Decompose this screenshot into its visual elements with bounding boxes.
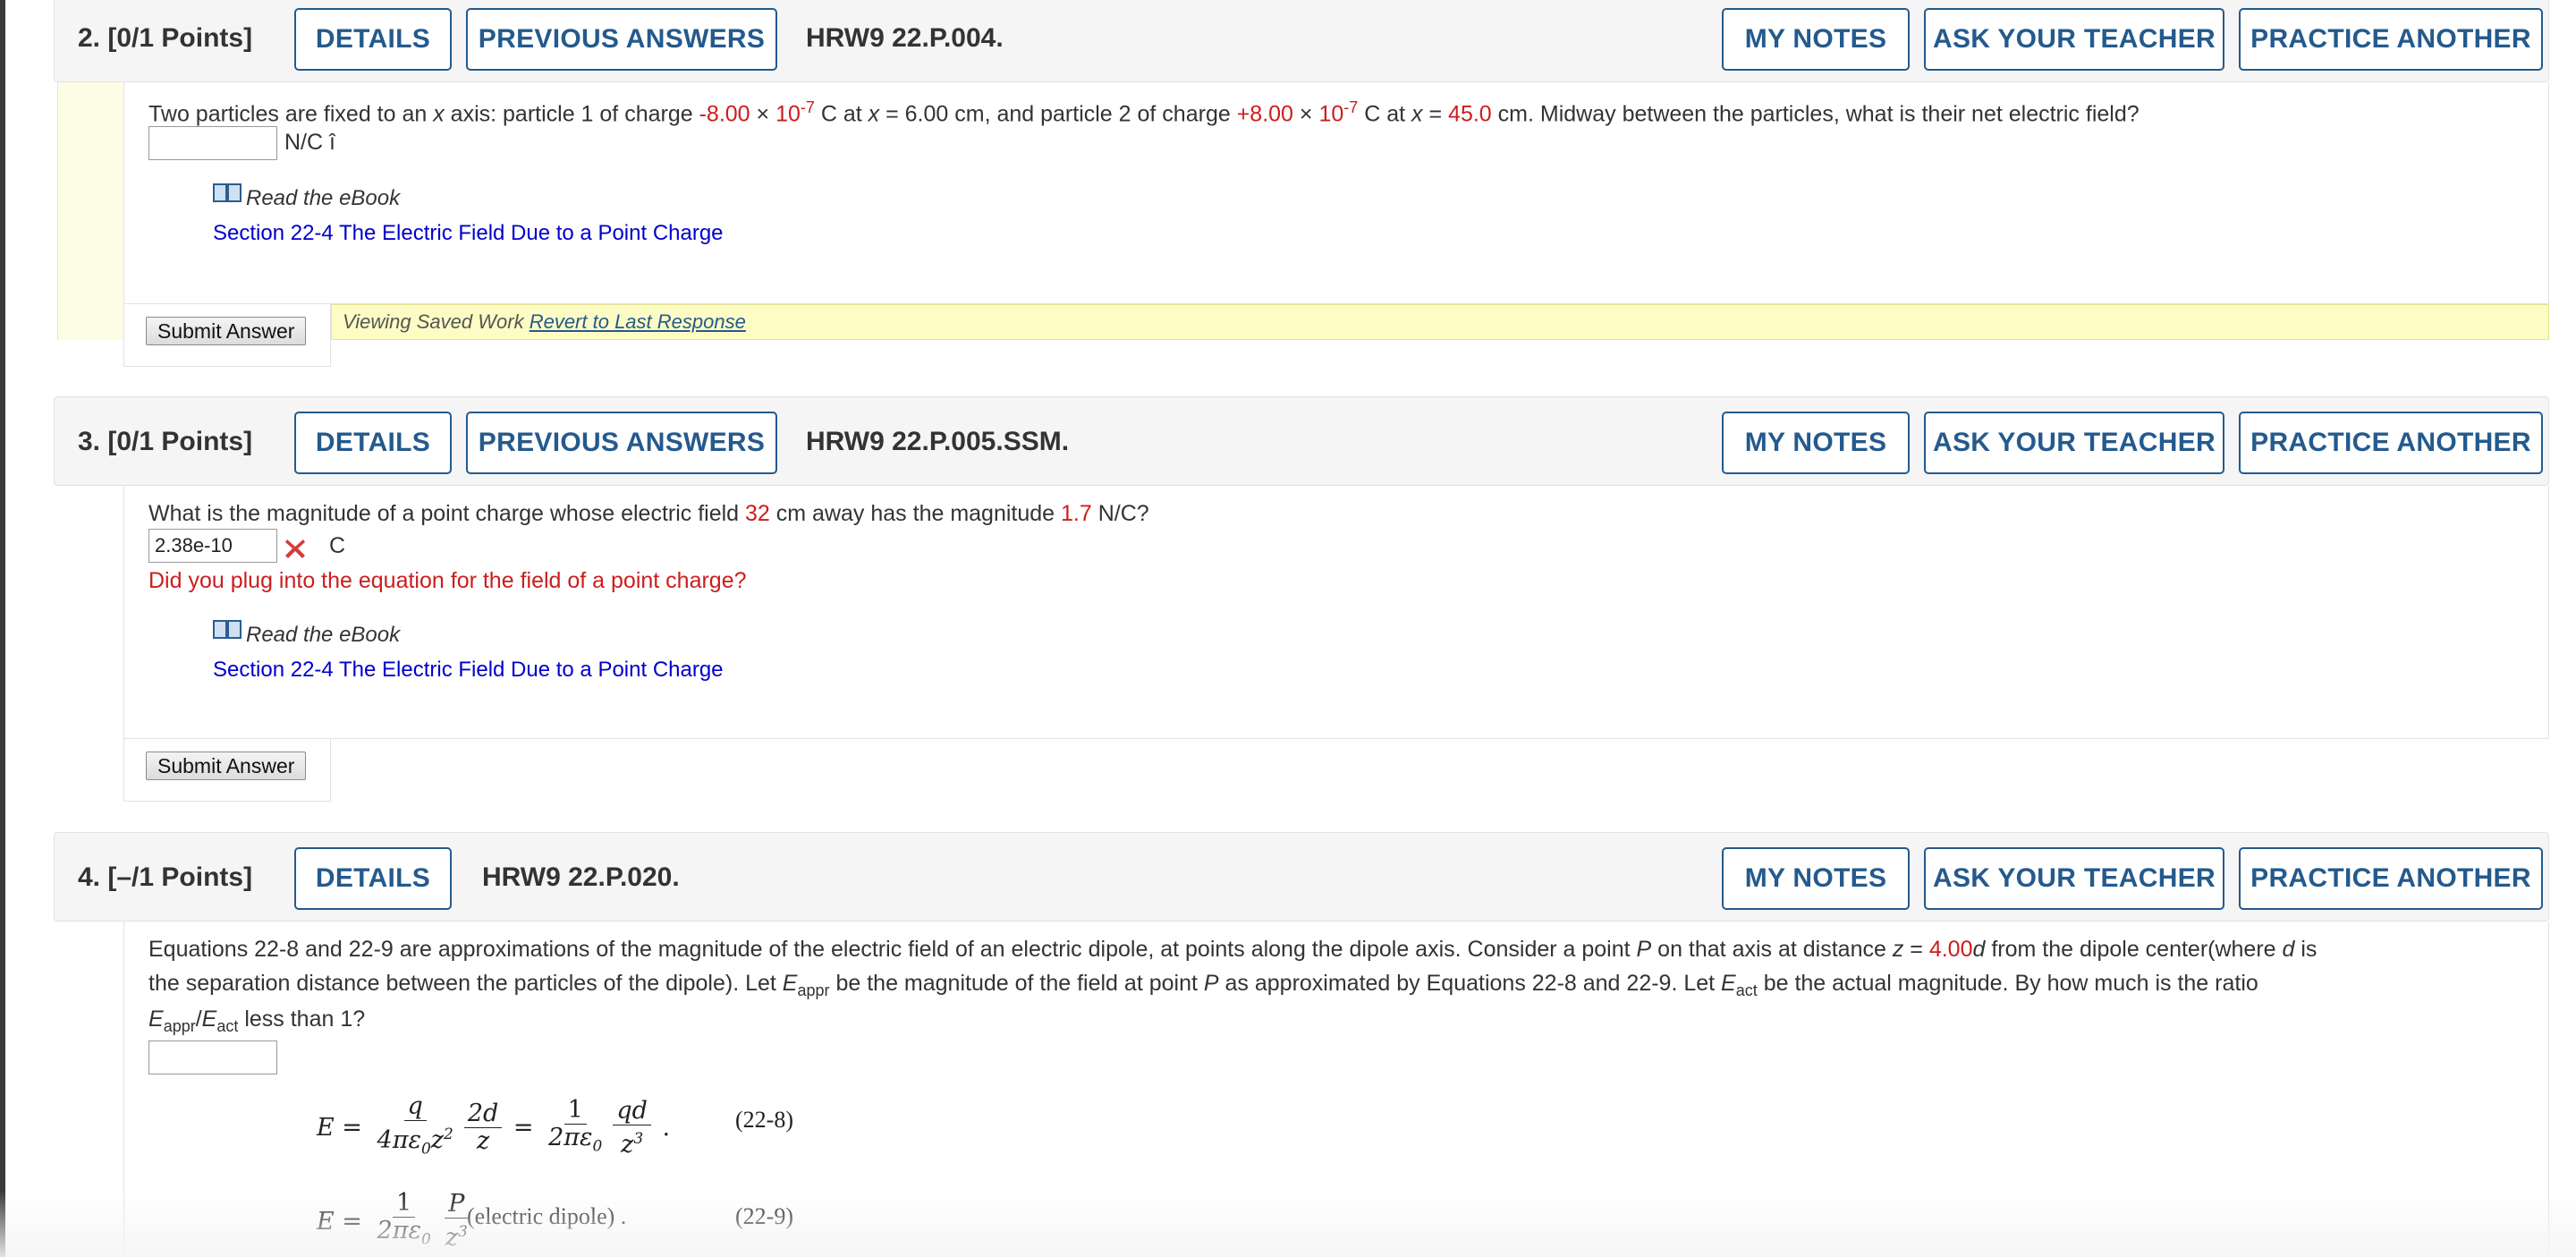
equation-22-8: E = q 4πε0z2 2d z = 1 2πε0 qd z3 . — [317, 1092, 671, 1159]
previous-answers-button[interactable]: PREVIOUS ANSWERS — [466, 8, 777, 71]
saved-work-bar: Viewing Saved Work Revert to Last Respon… — [331, 304, 2549, 340]
my-notes-button[interactable]: MY NOTES — [1722, 412, 1910, 474]
window-left-edge — [0, 0, 5, 1257]
section-link[interactable]: Section 22-4 The Electric Field Due to a… — [213, 658, 724, 683]
equation-22-9-note: (electric dipole) . — [467, 1203, 627, 1229]
incorrect-x-icon — [285, 539, 305, 558]
submit-area: Submit Answer — [123, 739, 331, 802]
equation-22-9-number: (22-9) — [735, 1203, 793, 1229]
my-notes-button[interactable]: MY NOTES — [1722, 847, 1910, 910]
read-ebook-label: Read the eBook — [246, 186, 401, 210]
ebook-icon — [213, 183, 242, 202]
practice-another-button[interactable]: PRACTICE ANOTHER — [2239, 8, 2543, 71]
ask-your-teacher-button[interactable]: ASK YOUR TEACHER — [1924, 8, 2224, 71]
question-4-prompt-line-3: Eappr/Eact less than 1? — [148, 1006, 366, 1035]
details-button[interactable]: DETAILS — [294, 8, 452, 71]
practice-another-button[interactable]: PRACTICE ANOTHER — [2239, 412, 2543, 474]
submit-answer-button[interactable]: Submit Answer — [146, 752, 307, 780]
equation-22-8-number: (22-8) — [735, 1107, 793, 1133]
answer-input[interactable] — [148, 529, 277, 563]
answer-input[interactable] — [148, 126, 277, 160]
previous-answers-button[interactable]: PREVIOUS ANSWERS — [466, 412, 777, 474]
homework-page: 2. [0/1 Points] DETAILS PREVIOUS ANSWERS… — [0, 0, 2576, 1257]
question-2-code: HRW9 22.P.004. — [806, 23, 1004, 53]
question-2-points: [0/1 Points] — [107, 23, 253, 53]
submit-area: Submit Answer — [123, 304, 331, 367]
details-button[interactable]: DETAILS — [294, 847, 452, 910]
my-notes-button[interactable]: MY NOTES — [1722, 8, 1910, 71]
question-2-number: 2. [0/1 Points] — [78, 23, 253, 53]
question-3-code: HRW9 22.P.005.SSM. — [806, 427, 1070, 456]
details-button[interactable]: DETAILS — [294, 412, 452, 474]
answer-input[interactable] — [148, 1040, 277, 1074]
question-3-number: 3. [0/1 Points] — [78, 427, 253, 456]
answer-unit: N/C î — [284, 130, 335, 155]
question-4-code: HRW9 22.P.020. — [482, 862, 680, 892]
ebook-icon — [213, 620, 242, 639]
practice-another-button[interactable]: PRACTICE ANOTHER — [2239, 847, 2543, 910]
ask-your-teacher-button[interactable]: ASK YOUR TEACHER — [1924, 412, 2224, 474]
revert-link[interactable]: Revert to Last Response — [530, 310, 746, 333]
question-4-prompt-line-1: Equations 22-8 and 22-9 are approximatio… — [148, 937, 2318, 962]
section-link[interactable]: Section 22-4 The Electric Field Due to a… — [213, 221, 724, 246]
submit-answer-button[interactable]: Submit Answer — [146, 317, 307, 345]
question-2-header: 2. [0/1 Points] DETAILS PREVIOUS ANSWERS… — [54, 0, 2549, 82]
question-3-prompt: What is the magnitude of a point charge … — [148, 501, 1149, 526]
question-2-prompt: Two particles are fixed to an x axis: pa… — [148, 98, 2140, 127]
question-4-points: [–/1 Points] — [107, 862, 253, 892]
question-4-number: 4. [–/1 Points] — [78, 862, 253, 892]
question-2-status-bar — [57, 82, 123, 340]
read-ebook-label: Read the eBook — [246, 623, 401, 647]
ask-your-teacher-button[interactable]: ASK YOUR TEACHER — [1924, 847, 2224, 910]
equation-22-9: E = 1 2πε0 Pz3 — [317, 1189, 469, 1253]
question-4-header: 4. [–/1 Points] DETAILS HRW9 22.P.020. M… — [54, 832, 2549, 922]
question-4-prompt-line-2: the separation distance between the part… — [148, 971, 2258, 999]
answer-unit: C — [329, 533, 346, 558]
question-3-header: 3. [0/1 Points] DETAILS PREVIOUS ANSWERS… — [54, 396, 2549, 486]
question-3-points: [0/1 Points] — [107, 427, 253, 456]
answer-feedback: Did you plug into the equation for the f… — [148, 568, 747, 593]
